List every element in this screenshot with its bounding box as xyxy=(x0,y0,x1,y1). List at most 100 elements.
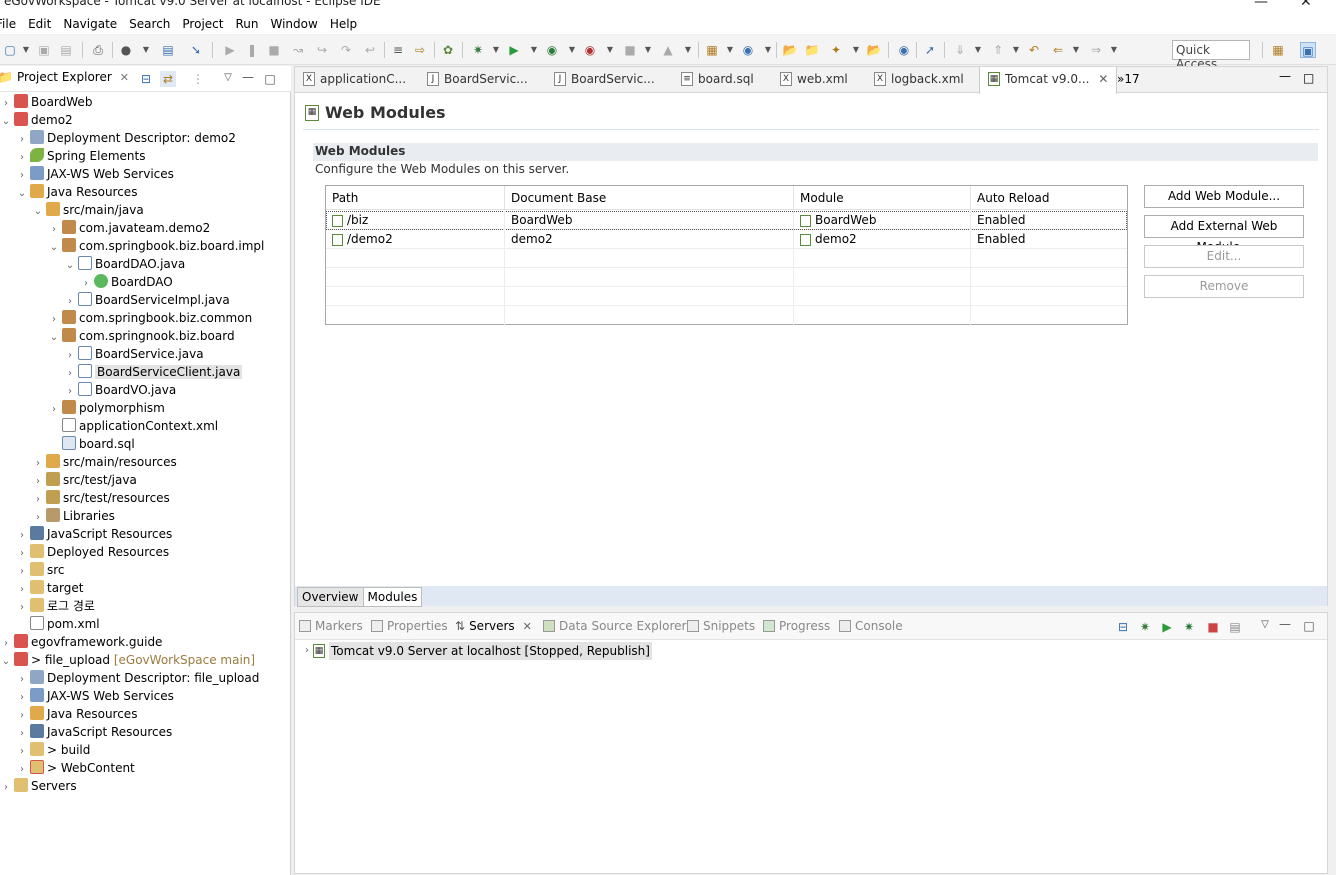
filter-icon[interactable]: ⋮ xyxy=(190,71,206,87)
dropdown-icon[interactable]: ▼ xyxy=(760,42,776,58)
tab-web-xml[interactable]: Xweb.xml xyxy=(772,67,856,93)
minimize-icon[interactable]: — xyxy=(240,69,256,85)
java-ee-perspective-icon[interactable]: ▣ xyxy=(1300,42,1316,58)
view-menu-icon[interactable]: ▽ xyxy=(220,70,236,86)
tree-item-java-file[interactable]: ⌄ BoardDAO.java xyxy=(64,255,185,273)
print-icon[interactable]: ⎙ xyxy=(90,42,106,58)
server-tree-item[interactable]: › ▦ Tomcat v9.0 Server at localhost [Sto… xyxy=(305,642,652,660)
spring-icon[interactable]: ✿ xyxy=(440,42,456,58)
maximize-icon[interactable]: □ xyxy=(1301,618,1317,634)
dropdown-icon[interactable]: ▼ xyxy=(488,42,504,58)
stop-server-icon[interactable]: ■ xyxy=(1205,619,1221,635)
minimize-icon[interactable]: — xyxy=(1277,616,1293,632)
last-edit-icon[interactable]: ↶ xyxy=(1026,42,1042,58)
publish-icon[interactable]: ▤ xyxy=(1227,619,1243,635)
new-class-icon[interactable]: ◉ xyxy=(740,42,756,58)
tab-modules[interactable]: Modules xyxy=(362,587,423,607)
close-icon[interactable]: ✕ xyxy=(120,71,129,84)
tab-application-context[interactable]: XapplicationC... xyxy=(295,67,414,93)
open-folder-icon[interactable]: 📂 xyxy=(866,42,882,58)
open-perspective-icon[interactable]: ▦ xyxy=(1270,42,1286,58)
menu-run[interactable]: Run xyxy=(233,17,264,31)
tree-item-file-upload[interactable]: ⌄ > file_upload [eGovWorkSpace main] xyxy=(0,651,255,669)
dropdown-icon[interactable]: ▼ xyxy=(848,42,864,58)
deploy-icon[interactable]: ▲ xyxy=(660,42,676,58)
tree-item-package[interactable]: ⌄ com.springbook.biz.board.impl xyxy=(48,237,264,255)
start-server-icon[interactable]: ▶ xyxy=(1159,619,1175,635)
table-row[interactable]: /biz BoardWeb BoardWeb Enabled xyxy=(326,211,1127,230)
tab-data-source-explorer[interactable]: Data Source Explorer xyxy=(543,619,686,633)
globe-icon[interactable]: ◉ xyxy=(896,42,912,58)
tree-item-src-main-java[interactable]: ⌄ src/main/java xyxy=(32,201,144,219)
next-annotation-icon[interactable]: ⇨ xyxy=(412,42,428,58)
save-icon[interactable]: ▣ xyxy=(36,42,52,58)
close-icon[interactable]: ✕ xyxy=(523,620,532,633)
open-task-icon[interactable]: ≡ xyxy=(390,42,406,58)
tree-item-egovframework[interactable]: › egovframework.guide xyxy=(0,633,162,651)
dropdown-icon[interactable]: ▼ xyxy=(602,42,618,58)
debug-icon[interactable]: ✷ xyxy=(470,42,486,58)
tree-item-source-folder[interactable]: › src/test/java xyxy=(32,471,137,489)
tree-item-java-file[interactable]: › BoardService.java xyxy=(64,345,204,363)
column-header-module[interactable]: Module xyxy=(794,186,971,210)
menu-search[interactable]: Search xyxy=(127,17,176,31)
resume-icon[interactable]: ▶ xyxy=(222,42,238,58)
column-header-path[interactable]: Path xyxy=(326,186,505,210)
tree-item-xml-file[interactable]: applicationContext.xml xyxy=(48,417,218,435)
new-icon[interactable]: ▢ xyxy=(2,42,18,58)
tab-markers[interactable]: Markers xyxy=(299,619,363,633)
dropdown-icon[interactable]: ▼ xyxy=(680,42,696,58)
tab-board-sql[interactable]: ≡ board.sql xyxy=(673,67,762,93)
dropdown-icon[interactable]: ▼ xyxy=(1008,42,1024,58)
web-modules-table[interactable]: Path Document Base Module Auto Reload /b… xyxy=(325,185,1128,325)
tab-snippets[interactable]: Snippets xyxy=(687,619,755,633)
maximize-icon[interactable]: □ xyxy=(1303,71,1314,85)
profile-icon[interactable]: ● xyxy=(118,42,134,58)
minimize-icon[interactable]: — xyxy=(1254,0,1268,10)
menu-navigate[interactable]: Navigate xyxy=(61,17,123,31)
dropdown-icon[interactable]: ▼ xyxy=(18,42,34,58)
tree-item-pom[interactable]: pom.xml xyxy=(16,615,100,633)
collapse-all-icon[interactable]: ⊟ xyxy=(138,71,154,87)
dropdown-icon[interactable]: ▼ xyxy=(640,42,656,58)
expand-icon[interactable]: › xyxy=(305,642,309,660)
tree-item-sql-file[interactable]: board.sql xyxy=(48,435,135,453)
tree-item-java-resources[interactable]: › Java Resources xyxy=(16,705,137,723)
tab-board-service[interactable]: J BoardServic... xyxy=(419,67,536,93)
menu-help[interactable]: Help xyxy=(328,17,363,31)
dropdown-icon[interactable]: ▼ xyxy=(1068,42,1084,58)
tree-item-servers[interactable]: › Servers xyxy=(0,777,77,795)
tree-item-src[interactable]: › src xyxy=(16,561,65,579)
tab-overflow[interactable]: »17 xyxy=(1117,72,1140,86)
tree-item-deployed-resources[interactable]: › Deployed Resources xyxy=(16,543,169,561)
tree-item-java-file[interactable]: › BoardVO.java xyxy=(64,381,176,399)
dropdown-icon[interactable]: ▼ xyxy=(970,42,986,58)
close-icon[interactable]: ✕ xyxy=(1098,72,1108,94)
tree-item-java-file[interactable]: › BoardServiceImpl.java xyxy=(64,291,230,309)
dropdown-icon[interactable]: ▼ xyxy=(564,42,580,58)
forward-icon[interactable]: ⇒ xyxy=(1088,42,1104,58)
remove-button[interactable]: Remove xyxy=(1144,275,1304,298)
tree-item-jaxws[interactable]: › JAX-WS Web Services xyxy=(16,165,174,183)
step-over-icon[interactable]: ↷ xyxy=(338,42,354,58)
tree-item-java-resources[interactable]: ⌄ Java Resources xyxy=(16,183,137,201)
tree-item-js-resources[interactable]: › JavaScript Resources xyxy=(16,525,172,543)
tree-item-package[interactable]: › com.javateam.demo2 xyxy=(48,219,210,237)
maximize-icon[interactable]: □ xyxy=(262,71,278,87)
tree-item-demo2[interactable]: ⌄ demo2 xyxy=(0,111,73,129)
suspend-icon[interactable]: ❚ xyxy=(244,42,260,58)
coverage-icon[interactable]: ◉ xyxy=(544,42,560,58)
run-icon[interactable]: ▶ xyxy=(506,42,522,58)
step-into-icon[interactable]: ↪ xyxy=(314,42,330,58)
add-external-web-module-button[interactable]: Add External Web Module... xyxy=(1144,215,1304,254)
prev-edit-icon[interactable]: ⇑ xyxy=(990,42,1006,58)
tree-item-package[interactable]: › polymorphism xyxy=(48,399,165,417)
tab-servers[interactable]: ⇅ Servers ✕ xyxy=(455,619,532,633)
tree-item-java-file-selected[interactable]: › BoardServiceClient.java xyxy=(64,363,243,381)
tree-item-class[interactable]: › BoardDAO xyxy=(80,273,173,291)
skip-breakpoints-icon[interactable]: ➘ xyxy=(188,42,204,58)
collapse-all-icon[interactable]: ⊟ xyxy=(1115,619,1131,635)
tree-item-libraries[interactable]: › Libraries xyxy=(32,507,115,525)
tab-logback-xml[interactable]: Xlogback.xml xyxy=(866,67,972,93)
stop-icon[interactable]: ■ xyxy=(622,42,638,58)
